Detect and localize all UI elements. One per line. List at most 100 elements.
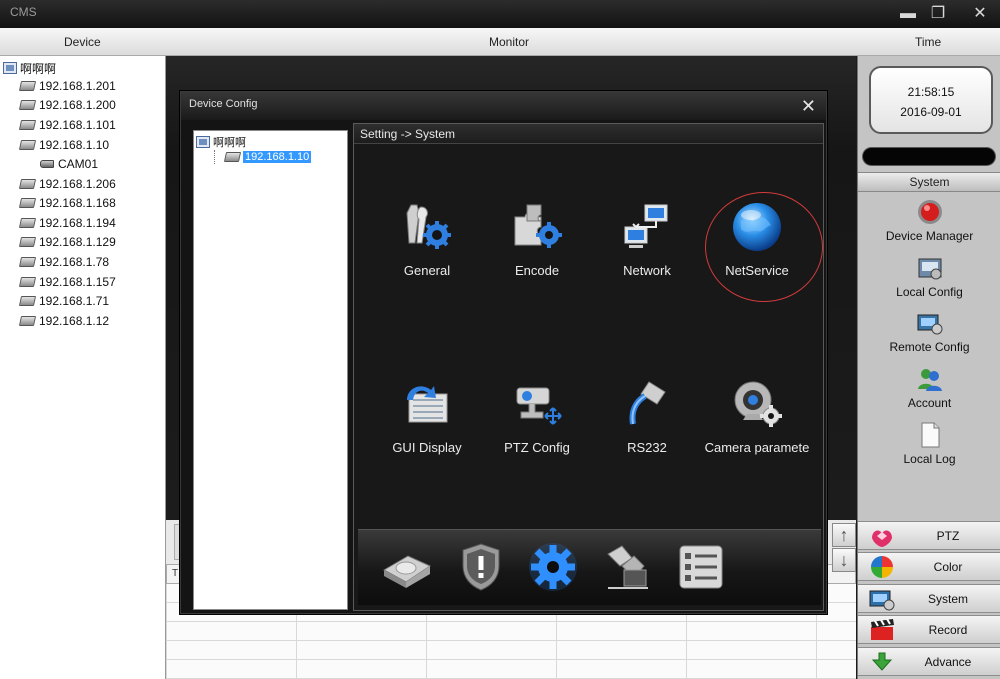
device-tree-item[interactable]: 192.168.1.168 (18, 194, 116, 212)
dvr-device-icon (18, 81, 37, 91)
dvr-device-icon (18, 237, 37, 247)
ptz-icon (872, 530, 892, 547)
device-tree-item-label: 192.168.1.71 (39, 294, 110, 308)
device-manager-label: Device Manager (885, 229, 974, 243)
device-tree-camera[interactable]: CAM01 (40, 155, 98, 173)
dialog-title-bar[interactable]: Device Config ✕ (181, 92, 826, 120)
account-label: Account (907, 396, 952, 410)
account-button[interactable]: Account (858, 365, 1000, 410)
general-label: General (403, 263, 451, 278)
remote-config-icon (917, 314, 942, 335)
config-tree-root[interactable]: 啊啊啊 (196, 134, 246, 150)
device-tree-item[interactable]: 192.168.1.78 (18, 253, 109, 271)
remote-config-label: Remote Config (889, 340, 970, 354)
device-tree-item[interactable]: 192.168.1.157 (18, 273, 116, 291)
device-tree-item[interactable]: 192.168.1.71 (18, 292, 110, 310)
remote-config-button[interactable]: Remote Config (858, 309, 1000, 354)
dialog-close-icon[interactable]: ✕ (801, 97, 816, 115)
system-gear-icon[interactable] (526, 540, 580, 594)
ptz-nav-button[interactable]: PTZ (858, 521, 1000, 550)
gui-display-tile[interactable]: GUI Display (372, 376, 482, 455)
device-column-header: Device (64, 35, 101, 49)
alarm-shield-icon[interactable] (454, 540, 508, 594)
record-nav-button[interactable]: Record (858, 615, 1000, 644)
restore-icon[interactable]: ❐ (928, 5, 948, 23)
network-tile[interactable]: Network (592, 199, 702, 278)
device-tree-item-label: 192.168.1.206 (39, 177, 116, 191)
tools-gear-icon (406, 204, 451, 249)
device-tree-item[interactable]: 192.168.1.194 (18, 214, 116, 232)
rs232-tile[interactable]: RS232 (592, 376, 702, 455)
title-bar: CMS ▬ ❐ ✕ (0, 0, 1000, 28)
dialog-title: Device Config (189, 98, 258, 110)
config-tree-item-selected[interactable]: 192.168.1.10 (214, 150, 312, 164)
record-red-button-icon (917, 200, 942, 224)
scroll-down-button[interactable]: ↓ (832, 548, 856, 572)
color-nav-label: Color (933, 560, 963, 574)
config-tree-root-label: 啊啊啊 (213, 137, 246, 149)
dvr-device-icon (223, 152, 242, 162)
system-nav-label: System (927, 592, 968, 606)
device-tree-item[interactable]: 192.168.1.201 (18, 77, 116, 95)
tools-box-icon[interactable] (600, 540, 654, 594)
advance-nav-button[interactable]: Advance (858, 647, 1000, 676)
device-tree-item[interactable]: 192.168.1.101 (18, 116, 116, 134)
device-config-dialog: Device Config ✕ 啊啊啊 192.168.1.10 Setting… (180, 91, 827, 614)
dvr-device-icon (18, 140, 37, 150)
network-computers-icon (624, 204, 668, 248)
time-column-header: Time (915, 35, 942, 49)
device-tree-item[interactable]: 192.168.1.129 (18, 233, 116, 251)
close-icon[interactable]: ✕ (970, 5, 990, 23)
document-icon (921, 422, 939, 448)
device-tree-item-label: 192.168.1.168 (39, 196, 116, 210)
color-nav-button[interactable]: Color (858, 552, 1000, 581)
advance-arrow-icon (871, 652, 893, 671)
device-tree-root[interactable]: 啊啊啊 (3, 60, 56, 76)
device-tree: 啊啊啊 192.168.1.201 192.168.1.200 192.168.… (0, 56, 166, 679)
camera-parameter-label: Camera paramete (704, 440, 810, 455)
rs232-label: RS232 (627, 440, 667, 455)
clapperboard-icon (871, 618, 894, 640)
device-tree-item[interactable]: 192.168.1.206 (18, 175, 116, 193)
local-config-button[interactable]: Local Config (858, 254, 1000, 299)
device-tree-item-label: 192.168.1.201 (39, 79, 116, 93)
users-icon (917, 369, 942, 391)
system-nav-button[interactable]: System (858, 584, 1000, 613)
device-group-icon (3, 62, 17, 74)
encode-tile[interactable]: Encode (482, 199, 592, 278)
device-tree-item-label: 192.168.1.10 (39, 138, 110, 152)
device-tree-item-label: 192.168.1.157 (39, 275, 116, 289)
general-tile[interactable]: General (372, 199, 482, 278)
ptz-config-tile[interactable]: PTZ Config (482, 376, 592, 455)
scroll-up-button[interactable]: ↑ (832, 523, 856, 547)
column-headers: Device Monitor Time (0, 28, 1000, 56)
info-list-icon[interactable] (674, 540, 728, 594)
monitor-column-header: Monitor (489, 35, 530, 49)
record-nav-label: Record (928, 623, 968, 637)
device-manager-button[interactable]: Device Manager (858, 198, 1000, 243)
cms-app: CMS ▬ ❐ ✕ Device Monitor Time 啊啊啊 192.16… (0, 0, 1000, 679)
dvr-device-icon (18, 100, 37, 110)
camera-parameter-tile[interactable]: Camera paramete (702, 376, 812, 455)
device-tree-item-label: 192.168.1.12 (39, 314, 110, 328)
system-panel-header: System (858, 172, 1000, 192)
local-log-button[interactable]: Local Log (858, 421, 1000, 466)
breadcrumb: Setting -> System (354, 124, 823, 144)
display-refresh-icon (407, 386, 448, 423)
device-tree-item-label: 192.168.1.101 (39, 118, 116, 132)
minimize-icon[interactable]: ▬ (898, 5, 918, 23)
device-tree-item[interactable]: 192.168.1.200 (18, 96, 116, 114)
device-tree-item[interactable]: 192.168.1.12 (18, 312, 110, 330)
dvr-device-icon (18, 179, 37, 189)
device-tree-item[interactable]: 192.168.1.10 (18, 136, 110, 154)
hard-disk-icon[interactable] (380, 540, 434, 594)
encode-label: Encode (514, 263, 560, 278)
device-tree-item-label: 192.168.1.200 (39, 98, 116, 112)
device-tree-item-label: CAM01 (58, 157, 99, 171)
config-device-tree: 啊啊啊 192.168.1.10 (193, 130, 348, 610)
config-category-bar (358, 529, 821, 605)
ptz-nav-label: PTZ (936, 529, 960, 543)
config-main-panel: Setting -> System General Encode Network… (353, 123, 824, 611)
clock-display: 21:58:15 2016-09-01 (869, 66, 993, 134)
ptz-camera-icon (516, 387, 562, 425)
